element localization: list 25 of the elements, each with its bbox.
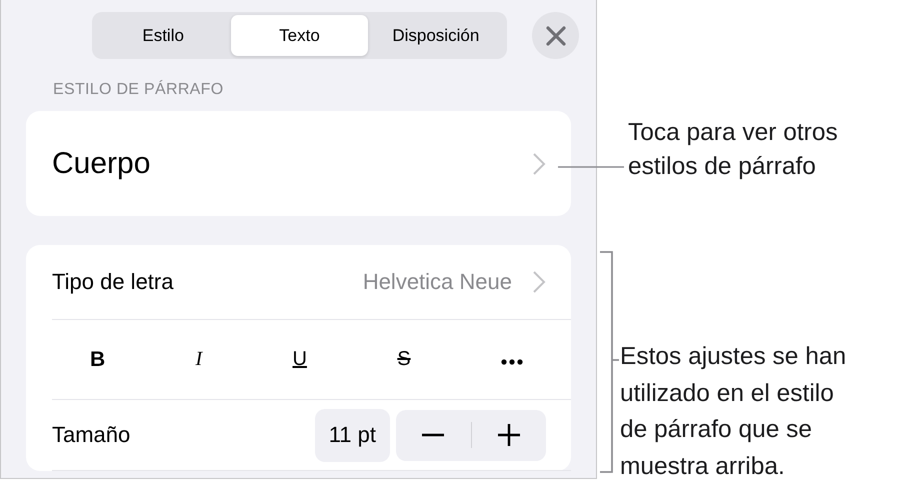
callout-text: Toca para ver otros estilos de párrafo bbox=[628, 118, 838, 182]
callout-text: Estos ajustes se han utilizado en el estilo de párrafo que se muestra arriba. bbox=[620, 342, 846, 482]
more-icon bbox=[500, 359, 523, 365]
font-row[interactable]: Tipo de letra Helvetica Neue bbox=[52, 245, 571, 320]
tab[interactable]: Disposición bbox=[368, 15, 504, 56]
font-value: Helvetica Neue bbox=[362, 269, 512, 295]
size-label: Tamaño bbox=[52, 422, 130, 448]
underline-button[interactable]: U bbox=[284, 344, 315, 375]
italic-button[interactable]: I bbox=[188, 344, 210, 375]
tab[interactable]: Estilo bbox=[95, 15, 232, 56]
size-value[interactable]: 11 pt bbox=[314, 408, 390, 462]
plus-icon bbox=[496, 423, 521, 447]
font-label: Tipo de letra bbox=[52, 269, 174, 295]
strikethrough-button[interactable]: S bbox=[389, 344, 419, 375]
section-header: ESTILO DE PÁRRAFO bbox=[53, 81, 224, 99]
paragraph-style-value: Cuerpo bbox=[52, 146, 150, 180]
minus-icon bbox=[421, 433, 446, 437]
close-icon bbox=[546, 26, 566, 46]
leader-line bbox=[558, 166, 624, 168]
tab[interactable]: Texto bbox=[231, 15, 368, 56]
paragraph-style-row[interactable]: Cuerpo bbox=[26, 111, 571, 216]
chevron-icon bbox=[532, 270, 546, 294]
close-button[interactable] bbox=[532, 12, 579, 59]
chevron-icon bbox=[532, 152, 546, 176]
bold-button[interactable]: B bbox=[82, 344, 114, 376]
